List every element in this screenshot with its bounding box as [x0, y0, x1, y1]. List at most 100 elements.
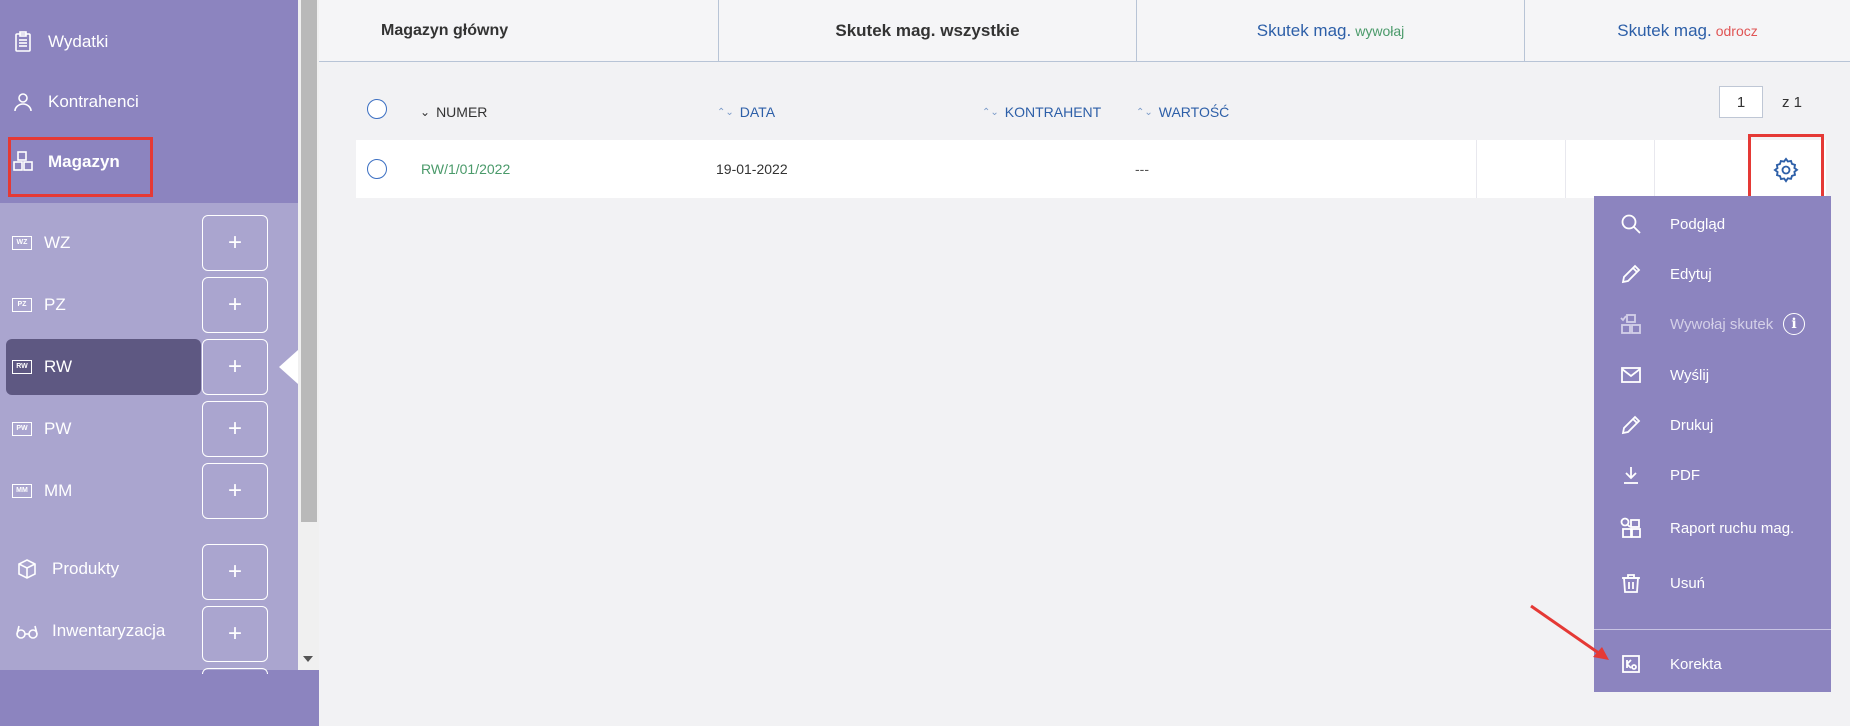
box-icon [14, 556, 40, 582]
download-icon [1616, 463, 1646, 487]
sidebar-subitem-pw[interactable]: PW PW [6, 401, 201, 457]
column-label: KONTRAHENT [1004, 104, 1102, 120]
menu-item-podglad[interactable]: Podgląd [1594, 202, 1831, 246]
sidebar-item-wydatki[interactable]: Wydatki [0, 22, 108, 62]
add-produkt-button[interactable]: + [202, 544, 268, 600]
menu-item-wyslij[interactable]: Wyślij [1594, 353, 1831, 397]
menu-item-label: Edytuj [1670, 265, 1712, 283]
menu-item-label: PDF [1670, 466, 1700, 484]
add-pz-button[interactable]: + [202, 277, 268, 333]
sidebar: Wydatki Kontrahenci Magazyn WZ WZ + PZ P… [0, 0, 319, 726]
sort-icon: ⌃⌄ [1136, 106, 1153, 118]
cell-divider [1476, 140, 1477, 198]
row-data: 19-01-2022 [716, 161, 788, 177]
sidebar-subitem-pz[interactable]: PZ PZ [6, 277, 201, 333]
sidebar-item-label: Wydatki [48, 32, 109, 51]
menu-item-label: Wyślij [1670, 366, 1710, 384]
row-wartosc: --- [1135, 161, 1149, 177]
tab-skutek-odrocz[interactable]: Skutek mag. odrocz [1525, 0, 1850, 62]
sidebar-item-produkty[interactable]: Produkty [0, 549, 119, 589]
table-row[interactable] [356, 140, 1826, 198]
active-pointer [279, 350, 298, 384]
add-mm-button[interactable]: + [202, 463, 268, 519]
boxes-search-icon [1616, 516, 1646, 540]
cell-divider [1654, 140, 1655, 198]
add-rw-button[interactable]: + [202, 339, 268, 395]
korekta-icon [1616, 652, 1646, 676]
sidebar-item-label: Produkty [52, 559, 120, 578]
rw-icon: RW [12, 360, 32, 374]
column-header-wartosc[interactable]: ⌃⌄ WARTOŚĆ [1136, 104, 1229, 120]
column-label: WARTOŚĆ [1158, 104, 1230, 120]
add-button-partial[interactable] [202, 668, 268, 674]
tab-label: Skutek mag. wszystkie [835, 21, 1020, 40]
sidebar-item-label: Kontrahenci [48, 92, 139, 111]
sidebar-item-inwentaryzacja[interactable]: Inwentaryzacja [0, 611, 165, 651]
cell-divider [1565, 140, 1566, 198]
pencil-icon [1616, 413, 1646, 437]
sidebar-subitem-mm[interactable]: MM MM [6, 463, 201, 519]
column-label: DATA [739, 104, 776, 120]
sidebar-subitem-label: RW [44, 357, 73, 376]
user-icon [10, 89, 36, 115]
sidebar-subitem-wz[interactable]: WZ WZ [6, 215, 201, 271]
menu-item-label: Wywołaj skutek [1670, 315, 1774, 333]
menu-item-korekta[interactable]: Korekta [1594, 642, 1831, 686]
menu-item-label: Drukuj [1670, 416, 1714, 434]
add-inwentaryzacja-button[interactable]: + [202, 606, 268, 662]
tab-sub-label: odrocz [1715, 23, 1758, 39]
pw-icon: PW [12, 422, 32, 436]
envelope-icon [1616, 363, 1646, 387]
menu-item-raport[interactable]: Raport ruchu mag. [1594, 506, 1831, 550]
info-icon[interactable]: i [1783, 313, 1805, 335]
scroll-down-arrow-icon[interactable] [303, 656, 313, 662]
column-header-kontrahent[interactable]: ⌃⌄ KONTRAHENT [982, 104, 1101, 120]
clipboard-icon [10, 29, 36, 55]
sidebar-scrollbar-thumb[interactable] [301, 0, 317, 522]
menu-divider [1594, 629, 1831, 630]
sort-icon: ⌃⌄ [717, 106, 734, 118]
menu-item-label: Usuń [1670, 574, 1706, 592]
column-header-numer[interactable]: ⌄ NUMER [420, 104, 487, 120]
sidebar-subitem-label: PZ [44, 295, 66, 314]
wz-icon: WZ [12, 236, 32, 250]
tab-skutek-wszystkie[interactable]: Skutek mag. wszystkie [719, 0, 1137, 62]
boxes-check-icon [1616, 312, 1646, 336]
tab-skutek-wywolaj[interactable]: Skutek mag. wywołaj [1137, 0, 1525, 62]
tab-bar: Magazyn główny Skutek mag. wszystkie Sku… [319, 0, 1850, 62]
glasses-icon [14, 618, 40, 644]
page-number-input[interactable]: 1 [1719, 86, 1763, 118]
menu-item-pdf[interactable]: PDF [1594, 453, 1831, 497]
menu-item-edytuj[interactable]: Edytuj [1594, 252, 1831, 296]
pencil-icon [1616, 262, 1646, 286]
add-pw-button[interactable]: + [202, 401, 268, 457]
menu-item-drukuj[interactable]: Drukuj [1594, 403, 1831, 447]
add-wz-button[interactable]: + [202, 215, 268, 271]
menu-item-label: Podgląd [1670, 215, 1726, 233]
page-count: z 1 [1782, 94, 1803, 111]
tab-label: Skutek mag. [1617, 21, 1712, 40]
tab-label: Magazyn główny [381, 22, 509, 39]
row-numer-link[interactable]: RW/1/01/2022 [421, 161, 510, 177]
sidebar-subitem-label: MM [44, 481, 73, 500]
sort-icon: ⌃⌄ [982, 106, 999, 118]
sidebar-bottom-panel [0, 670, 319, 726]
trash-icon [1616, 571, 1646, 595]
sidebar-item-kontrahenci[interactable]: Kontrahenci [0, 82, 139, 122]
sidebar-subitem-rw[interactable]: RW RW [6, 339, 201, 395]
mm-icon: MM [12, 484, 32, 498]
search-icon [1616, 212, 1646, 236]
select-all-radio[interactable] [367, 99, 387, 119]
menu-item-label: Korekta [1670, 655, 1722, 673]
actions-menu: Podgląd Edytuj Wywołaj skutek Wyślij Dru… [1594, 196, 1831, 692]
sidebar-subitem-label: WZ [44, 233, 71, 252]
column-label: NUMER [436, 104, 488, 120]
row-select-radio[interactable] [367, 159, 387, 179]
highlight-box-magazyn [8, 137, 153, 197]
tab-magazyn-glowny[interactable]: Magazyn główny [319, 0, 719, 62]
sort-desc-icon: ⌄ [420, 105, 431, 119]
menu-item-usun[interactable]: Usuń [1594, 561, 1831, 605]
tab-label: Skutek mag. [1256, 21, 1352, 40]
annotation-arrow-icon [1530, 604, 1609, 660]
column-header-data[interactable]: ⌃⌄ DATA [717, 104, 775, 120]
